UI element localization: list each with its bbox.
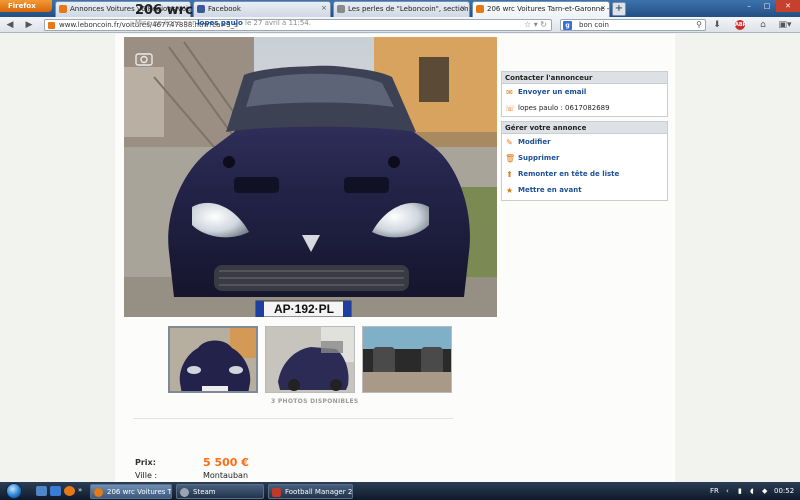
firefox-icon[interactable] (64, 486, 75, 496)
site-identity-icon (48, 22, 55, 29)
back-arrow-icon[interactable]: ◀ (3, 19, 17, 31)
network-icon[interactable]: ▮ (738, 487, 742, 495)
author-link[interactable]: lopes paulo (197, 19, 243, 27)
tab-label: Les perles de "Leboncoin", section Au... (348, 5, 469, 13)
page-favicon-icon (337, 5, 345, 13)
maximize-icon[interactable]: □ (758, 0, 776, 12)
contact-box-title: Contacter l'annonceur (502, 72, 667, 84)
firefox-menu-button[interactable]: Firefox (0, 0, 52, 12)
window-controls: – □ ✕ (740, 0, 800, 12)
system-tray: FR ‹ ▮ ◖ ◆ 00:52 (710, 482, 800, 500)
ad-title: 206 wrc (135, 3, 193, 18)
feature-ad-link[interactable]: ★ Mettre en avant (502, 182, 667, 198)
steam-icon (180, 488, 189, 497)
leboncoin-favicon-icon (59, 5, 67, 13)
envelope-icon: ✉ (506, 88, 513, 97)
pencil-icon: ✎ (506, 138, 513, 147)
modify-label[interactable]: Modifier (518, 138, 551, 146)
start-button[interactable] (4, 482, 24, 500)
google-icon[interactable]: g (563, 21, 572, 30)
close-tab-icon[interactable]: × (321, 4, 327, 12)
tab-perles-leboncoin[interactable]: Les perles de "Leboncoin", section Au...… (333, 1, 470, 17)
firefox-icon (94, 488, 103, 497)
delete-label[interactable]: Supprimer (518, 154, 559, 162)
meta-date: le 27 avril à 11:54. (245, 19, 311, 27)
volume-icon[interactable]: ◖ (750, 487, 754, 495)
thumbnail-2[interactable] (265, 326, 355, 393)
city-value: Montauban (203, 471, 249, 480)
minimize-icon[interactable]: – (740, 0, 758, 12)
windows-taskbar: » 206 wrc Voitures Tar... Steam Football… (0, 482, 800, 500)
license-plate-text: AP·192·PL (274, 302, 334, 316)
phone-icon: ☏ (505, 104, 516, 113)
new-tab-button[interactable]: + (612, 2, 626, 16)
city-label: Ville : (135, 471, 158, 480)
windows-logo-icon (6, 483, 22, 499)
close-window-icon[interactable]: ✕ (776, 0, 800, 12)
manage-box-title: Gérer votre annonce (502, 122, 667, 134)
quicklaunch-more-icon[interactable]: » (78, 486, 89, 496)
car-photo-image: AP·192·PL (124, 37, 497, 317)
tab-strip: Firefox Annonces Voitures v6 Régions voi… (0, 0, 800, 17)
tray-app-icon[interactable]: ◆ (762, 487, 767, 495)
search-input[interactable]: bon coin (579, 21, 609, 29)
show-desktop-icon[interactable] (36, 486, 47, 496)
send-email-link[interactable]: ✉ Envoyer un email (502, 84, 667, 100)
task-firefox[interactable]: 206 wrc Voitures Tar... (90, 484, 172, 499)
phone-row: ☏ lopes paulo : 0617082689 (502, 100, 667, 116)
thumbnail-interior-image (363, 327, 451, 392)
bookmark-star-icon[interactable]: ☆ ▾ ↻ (524, 20, 547, 29)
trash-icon: 🗑 (505, 154, 516, 163)
price-value: 5 500 € (203, 456, 249, 469)
task-label: Steam (193, 488, 216, 496)
tab-label: Facebook (208, 5, 241, 13)
clock[interactable]: 00:52 (774, 487, 794, 495)
arrow-up-icon: ⬆ (506, 170, 513, 179)
download-icon[interactable]: ⬇ (711, 19, 723, 31)
task-steam[interactable]: Steam (176, 484, 264, 499)
home-icon[interactable]: ⌂ (757, 19, 769, 31)
task-label: Football Manager 2... (285, 488, 353, 496)
bump-ad-link[interactable]: ⬆ Remonter en tête de liste (502, 166, 667, 182)
manage-ad-box: Gérer votre annonce ✎ Modifier 🗑 Supprim… (501, 121, 668, 201)
thumbnail-front-image (170, 328, 256, 391)
tray-expand-icon[interactable]: ‹ (726, 487, 729, 495)
task-label: 206 wrc Voitures Tar... (107, 488, 171, 496)
leboncoin-favicon-icon (476, 5, 484, 13)
tab-label: 206 wrc Voitures Tarn-et-Garonne - le... (487, 5, 610, 13)
meta-prefix: Mise en ligne par (135, 19, 196, 27)
forward-arrow-icon[interactable]: ▶ (22, 19, 36, 31)
price-label: Prix: (135, 458, 156, 467)
tab-206-wrc[interactable]: 206 wrc Voitures Tarn-et-Garonne - le...… (472, 1, 610, 17)
ad-meta: Mise en ligne par lopes paulo le 27 avri… (135, 19, 311, 27)
search-icon[interactable]: ⚲ (696, 20, 702, 29)
photos-available-label: 3 PHOTOS DISPONIBLES (271, 398, 359, 405)
send-email-label[interactable]: Envoyer un email (518, 88, 586, 96)
close-tab-icon[interactable]: × (460, 4, 466, 12)
explorer-icon[interactable] (50, 486, 61, 496)
language-indicator[interactable]: FR (710, 487, 719, 495)
thumbnail-rear-image (266, 327, 354, 392)
main-car-photo[interactable]: AP·192·PL (124, 37, 497, 317)
task-football-manager[interactable]: Football Manager 2... (268, 484, 353, 499)
navigation-toolbar: ◀ ▶ www.leboncoin.fr/voitures/467747888.… (0, 17, 800, 33)
phone-number: lopes paulo : 0617082689 (518, 104, 610, 112)
feature-label[interactable]: Mettre en avant (518, 186, 582, 194)
football-manager-icon (272, 488, 281, 497)
thumbnail-3[interactable] (362, 326, 452, 393)
close-tab-icon[interactable]: × (600, 4, 606, 12)
tab-facebook[interactable]: Facebook × (193, 1, 331, 17)
thumbnail-1[interactable] (168, 326, 258, 393)
facebook-favicon-icon (197, 5, 205, 13)
menu-icon[interactable]: ▣▾ (776, 19, 794, 31)
adblock-icon[interactable]: ABP (735, 20, 746, 30)
star-icon: ★ (505, 186, 514, 195)
contact-advertiser-box: Contacter l'annonceur ✉ Envoyer un email… (501, 71, 668, 117)
modify-ad-link[interactable]: ✎ Modifier (502, 134, 667, 150)
bump-label[interactable]: Remonter en tête de liste (518, 170, 619, 178)
delete-ad-link[interactable]: 🗑 Supprimer (502, 150, 667, 166)
search-box[interactable]: g bon coin ⚲ (560, 19, 706, 31)
details-divider (133, 418, 453, 419)
